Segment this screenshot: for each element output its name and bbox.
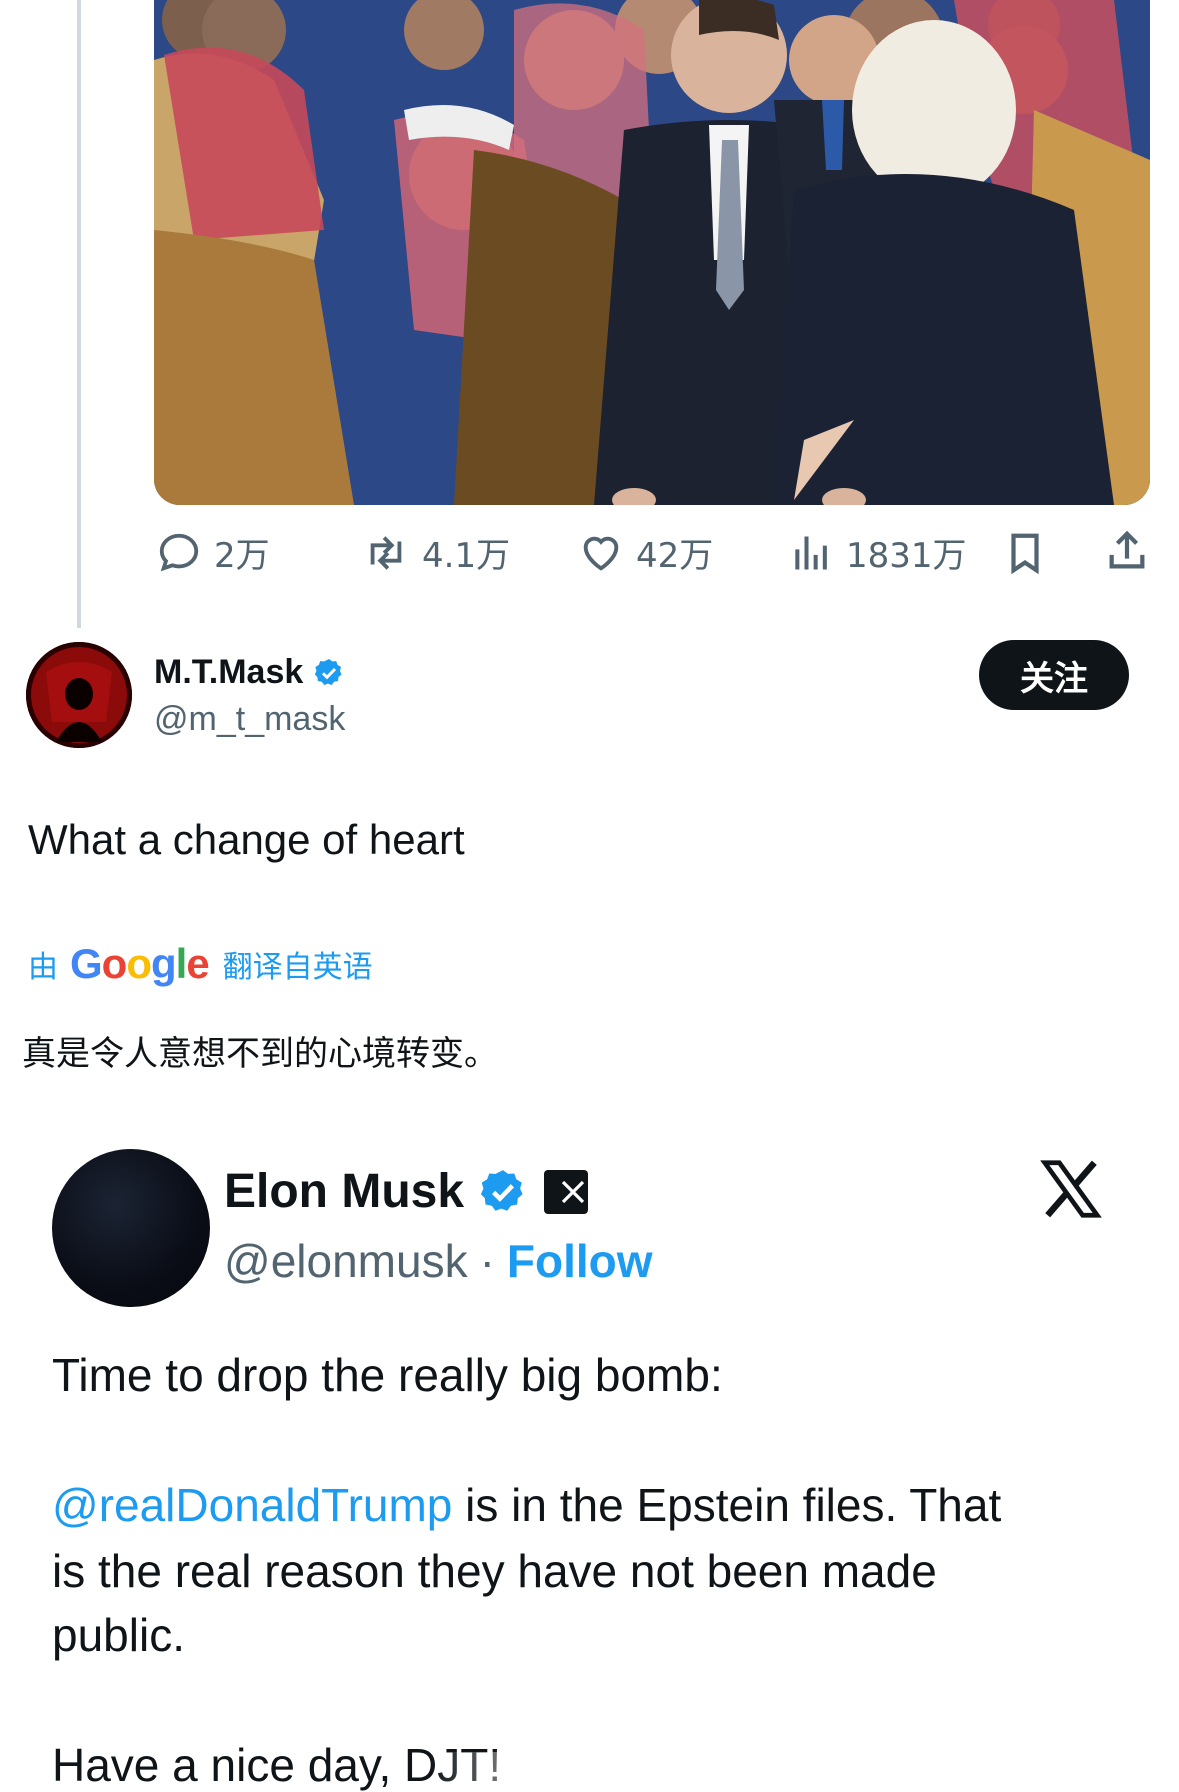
- embedded-name: Elon Musk: [224, 1165, 465, 1218]
- x-affiliate-badge-icon: [544, 1169, 589, 1214]
- embedded-text-line-4: public.: [52, 1609, 185, 1661]
- like-icon: [583, 536, 619, 571]
- repost-count: 4.1万: [422, 536, 511, 576]
- embedded-handle: @elonmusk: [224, 1235, 468, 1287]
- author-name[interactable]: M.T.Mask: [154, 653, 303, 692]
- translation-by-label: 由: [28, 950, 58, 985]
- repost-button[interactable]: 4.1万: [362, 528, 510, 577]
- bookmark-button[interactable]: [1002, 528, 1048, 583]
- verified-badge-icon: [315, 658, 342, 685]
- share-icon: [1109, 530, 1145, 569]
- follow-button[interactable]: 关注: [979, 640, 1129, 710]
- embedded-handle-row: @elonmusk · Follow: [224, 1234, 653, 1288]
- embedded-avatar: [52, 1149, 210, 1307]
- author-avatar[interactable]: [26, 642, 132, 748]
- tweet-text: What a change of heart: [28, 816, 465, 863]
- translation-source-label: 翻译自英语: [222, 950, 373, 985]
- embedded-name-row: Elon Musk: [224, 1164, 589, 1219]
- embedded-mention: @realDonaldTrump: [52, 1479, 453, 1531]
- watermark-fade: [430, 1752, 1179, 1791]
- like-count: 42万: [636, 536, 714, 576]
- thread-connector-line: [77, 0, 81, 628]
- post-photo[interactable]: [154, 0, 1150, 505]
- embedded-text-line-1: Time to drop the really big bomb:: [52, 1349, 723, 1401]
- translation-attribution[interactable]: 由 Google 翻译自英语: [28, 940, 373, 988]
- bookmark-icon: [1011, 533, 1039, 575]
- views-count: 1831万: [846, 536, 967, 576]
- translated-text: 真是令人意想不到的心境转变。: [22, 1034, 498, 1074]
- embedded-text-line-2: @realDonaldTrump is in the Epstein files…: [52, 1478, 1001, 1532]
- repost-icon: [370, 535, 402, 570]
- author-handle[interactable]: @m_t_mask: [154, 700, 345, 739]
- embedded-text-line-2-rest: is in the Epstein files. That: [452, 1479, 1002, 1531]
- views-button[interactable]: 1831万: [790, 528, 967, 577]
- reply-button[interactable]: 2万: [156, 528, 270, 577]
- share-button[interactable]: [1104, 526, 1150, 581]
- google-logo: Google: [70, 940, 210, 987]
- author-name-row[interactable]: M.T.Mask: [154, 653, 345, 692]
- separator-dot: ·: [479, 1235, 495, 1287]
- reply-count: 2万: [214, 536, 270, 576]
- verified-badge-icon: [480, 1169, 523, 1211]
- reply-icon: [159, 533, 199, 571]
- embedded-follow-link: Follow: [506, 1235, 653, 1287]
- like-button[interactable]: 42万: [578, 528, 713, 577]
- x-logo-icon: [1036, 1154, 1106, 1229]
- views-icon: [795, 536, 827, 569]
- embedded-text-line-3: is the real reason they have not been ma…: [52, 1545, 937, 1597]
